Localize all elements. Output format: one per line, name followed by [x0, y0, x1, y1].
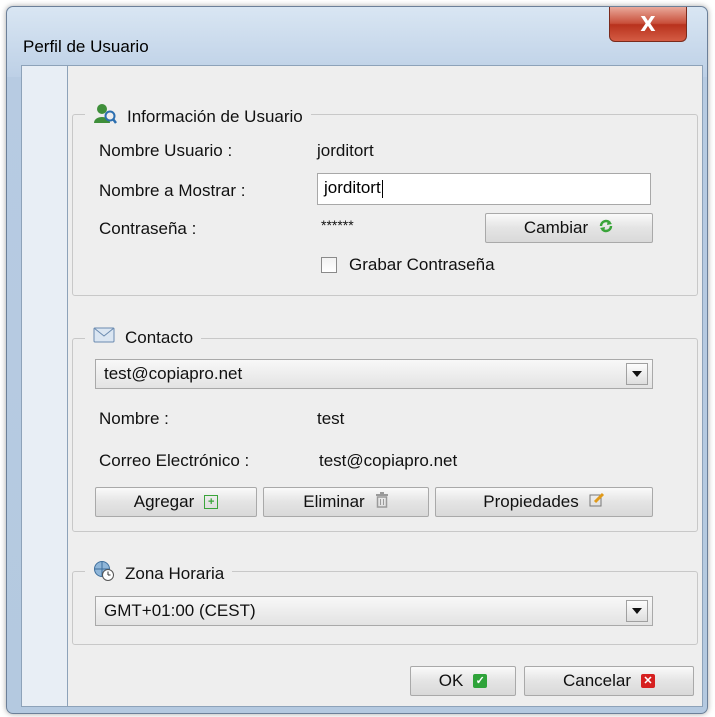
timezone-select-value: GMT+01:00 (CEST) [104, 601, 256, 620]
refresh-icon [598, 218, 614, 239]
trash-icon [375, 491, 389, 513]
globe-clock-icon [93, 560, 115, 587]
user-info-title: Información de Usuario [127, 106, 303, 126]
cancel-label: Cancelar [562, 671, 632, 690]
close-icon: X [640, 12, 656, 36]
timezone-select[interactable]: GMT+01:00 (CEST) [95, 596, 653, 626]
user-icon [93, 103, 117, 130]
close-button[interactable]: X [609, 7, 687, 42]
dialog-window: Perfil de Usuario X Información de Usuar… [6, 6, 708, 714]
ok-button[interactable]: OK ✓ [410, 666, 516, 696]
chevron-down-icon [632, 608, 642, 614]
password-value: ****** [321, 217, 354, 233]
change-password-label: Cambiar [523, 218, 589, 237]
contact-select-value: test@copiapro.net [104, 364, 243, 383]
text-caret [381, 179, 383, 198]
save-password-label: Grabar Contraseña [349, 255, 495, 274]
add-contact-label: Agregar [133, 492, 195, 511]
username-value: jorditort [317, 141, 374, 160]
change-password-button[interactable]: Cambiar [485, 213, 653, 243]
window-title: Perfil de Usuario [23, 37, 149, 56]
display-name-text: jorditort [324, 178, 381, 197]
user-info-legend: Información de Usuario [85, 103, 311, 130]
username-label: Nombre Usuario : [99, 141, 233, 160]
cancel-x-icon: ✕ [641, 674, 656, 688]
timezone-group: Zona Horaria GMT+01:00 (CEST) [72, 560, 698, 645]
timezone-legend: Zona Horaria [85, 560, 233, 587]
contact-title: Contacto [125, 327, 194, 347]
chevron-down-icon [632, 371, 642, 377]
side-strip [21, 65, 68, 707]
contact-select[interactable]: test@copiapro.net [95, 359, 653, 389]
contact-email-label: Correo Electrónico : [99, 451, 250, 470]
cancel-button[interactable]: Cancelar ✕ [524, 666, 694, 696]
contact-properties-button[interactable]: Propiedades [435, 487, 653, 517]
contact-properties-label: Propiedades [483, 492, 579, 511]
delete-contact-label: Eliminar [303, 492, 365, 511]
save-password-checkbox[interactable] [321, 257, 337, 273]
contact-name-value: test [317, 409, 345, 428]
display-name-field[interactable]: jorditort [317, 173, 651, 205]
contact-dropdown-button[interactable] [626, 363, 648, 385]
envelope-icon [93, 327, 115, 348]
delete-contact-button[interactable]: Eliminar [263, 487, 429, 517]
user-info-group: Información de Usuario Nombre Usuario : … [72, 103, 698, 296]
add-icon: + [204, 495, 219, 509]
ok-label: OK [438, 671, 464, 690]
add-contact-button[interactable]: Agregar + [95, 487, 257, 517]
timezone-dropdown-button[interactable] [626, 600, 648, 622]
edit-icon [589, 492, 605, 513]
contact-email-value: test@copiapro.net [319, 451, 458, 470]
timezone-title: Zona Horaria [125, 563, 225, 583]
display-name-label: Nombre a Mostrar : [99, 181, 246, 200]
contact-group: Contacto test@copiapro.net Nombre : test… [72, 327, 698, 532]
contact-name-label: Nombre : [99, 409, 169, 428]
contact-legend: Contacto [85, 327, 202, 348]
password-label: Contraseña : [99, 219, 197, 238]
dialog-body: Información de Usuario Nombre Usuario : … [67, 65, 703, 707]
check-icon: ✓ [473, 674, 488, 688]
